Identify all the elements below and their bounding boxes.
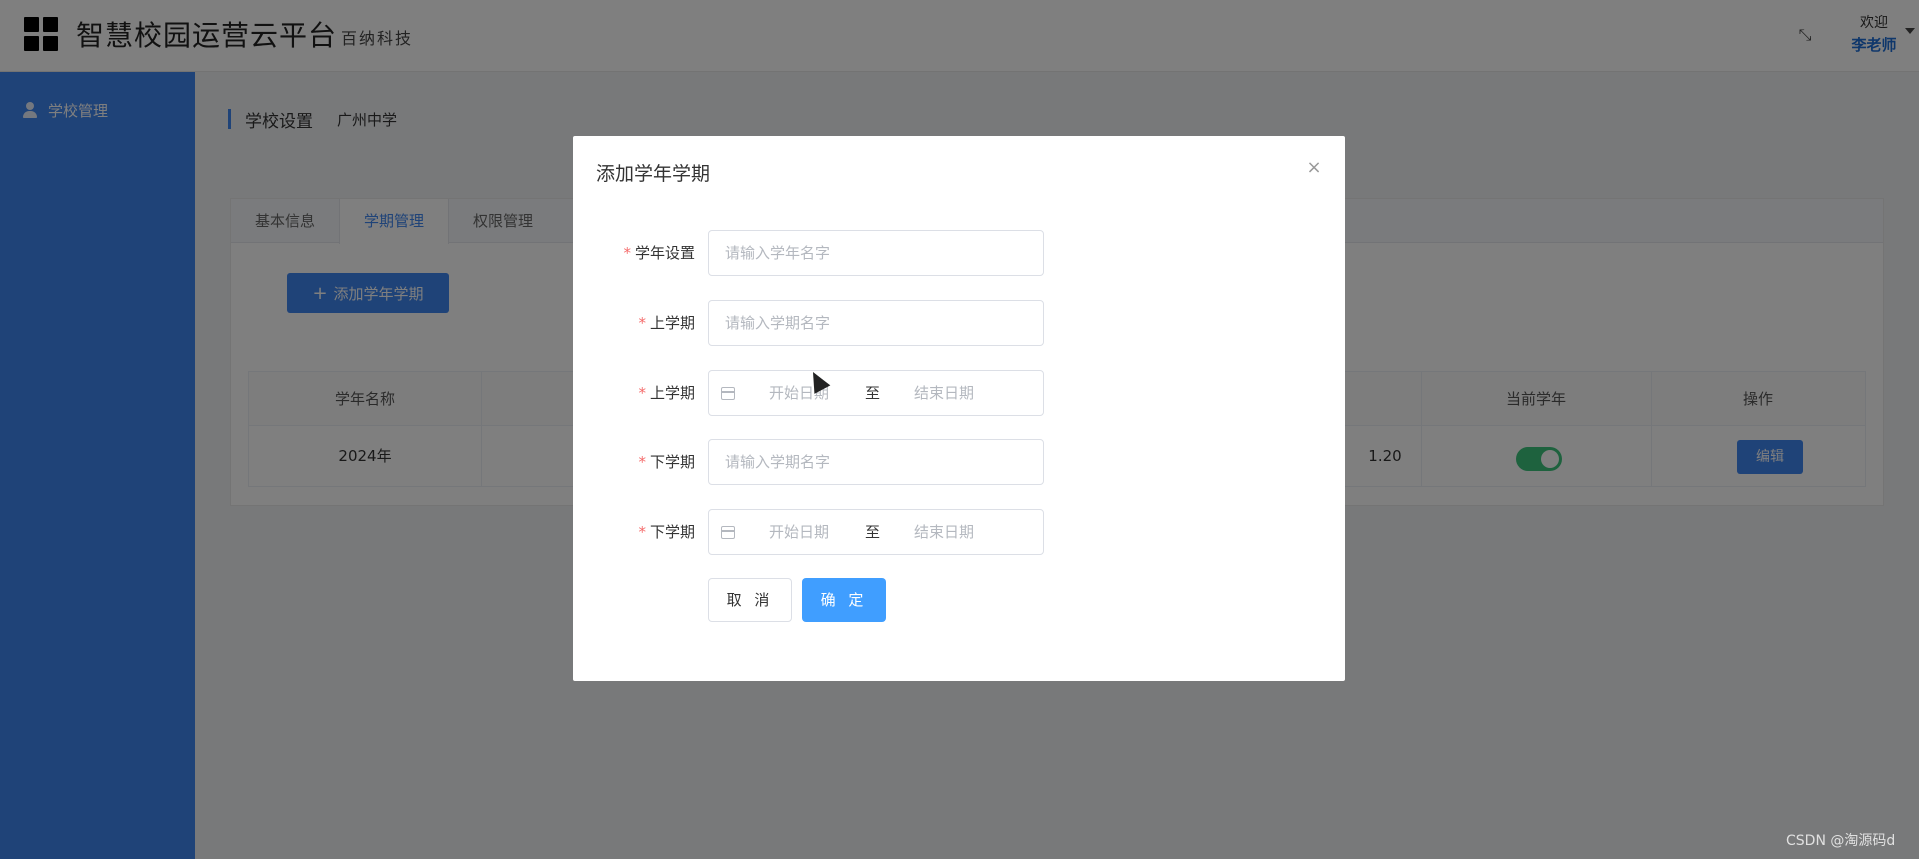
second-semester-name-input[interactable]	[708, 439, 1044, 485]
confirm-button[interactable]: 确 定	[802, 578, 886, 622]
end-date-placeholder[interactable]: 结束日期	[914, 371, 974, 415]
second-semester-date-range[interactable]: 开始日期 至 结束日期	[708, 509, 1044, 555]
add-semester-dialog: 添加学年学期 × *学年设置 *上学期 *上学期 开始日期 至 结束日期 *下学…	[573, 136, 1345, 681]
first-semester-date-range[interactable]: 开始日期 至 结束日期	[708, 370, 1044, 416]
first-semester-name-input[interactable]	[708, 300, 1044, 346]
date-separator: 至	[865, 523, 881, 541]
watermark: CSDN @淘源码d	[1786, 833, 1896, 849]
cancel-button[interactable]: 取 消	[708, 578, 792, 622]
field-label-first-semester: * 上学期	[638, 314, 695, 332]
academic-year-input[interactable]	[708, 230, 1044, 276]
field-label-academic-year: * 学年设置	[623, 244, 695, 262]
calendar-icon	[721, 526, 735, 539]
start-date-placeholder[interactable]: 开始日期	[769, 510, 829, 554]
end-date-placeholder[interactable]: 结束日期	[914, 510, 974, 554]
dialog-title: 添加学年学期	[596, 163, 711, 185]
field-label-first-semester-dates: * 上学期	[638, 384, 695, 402]
close-icon[interactable]: ×	[1306, 159, 1322, 177]
field-label-second-semester-dates: * 下学期	[638, 523, 695, 541]
date-separator: 至	[865, 384, 881, 402]
calendar-icon	[721, 387, 735, 400]
field-label-second-semester: * 下学期	[638, 453, 695, 471]
